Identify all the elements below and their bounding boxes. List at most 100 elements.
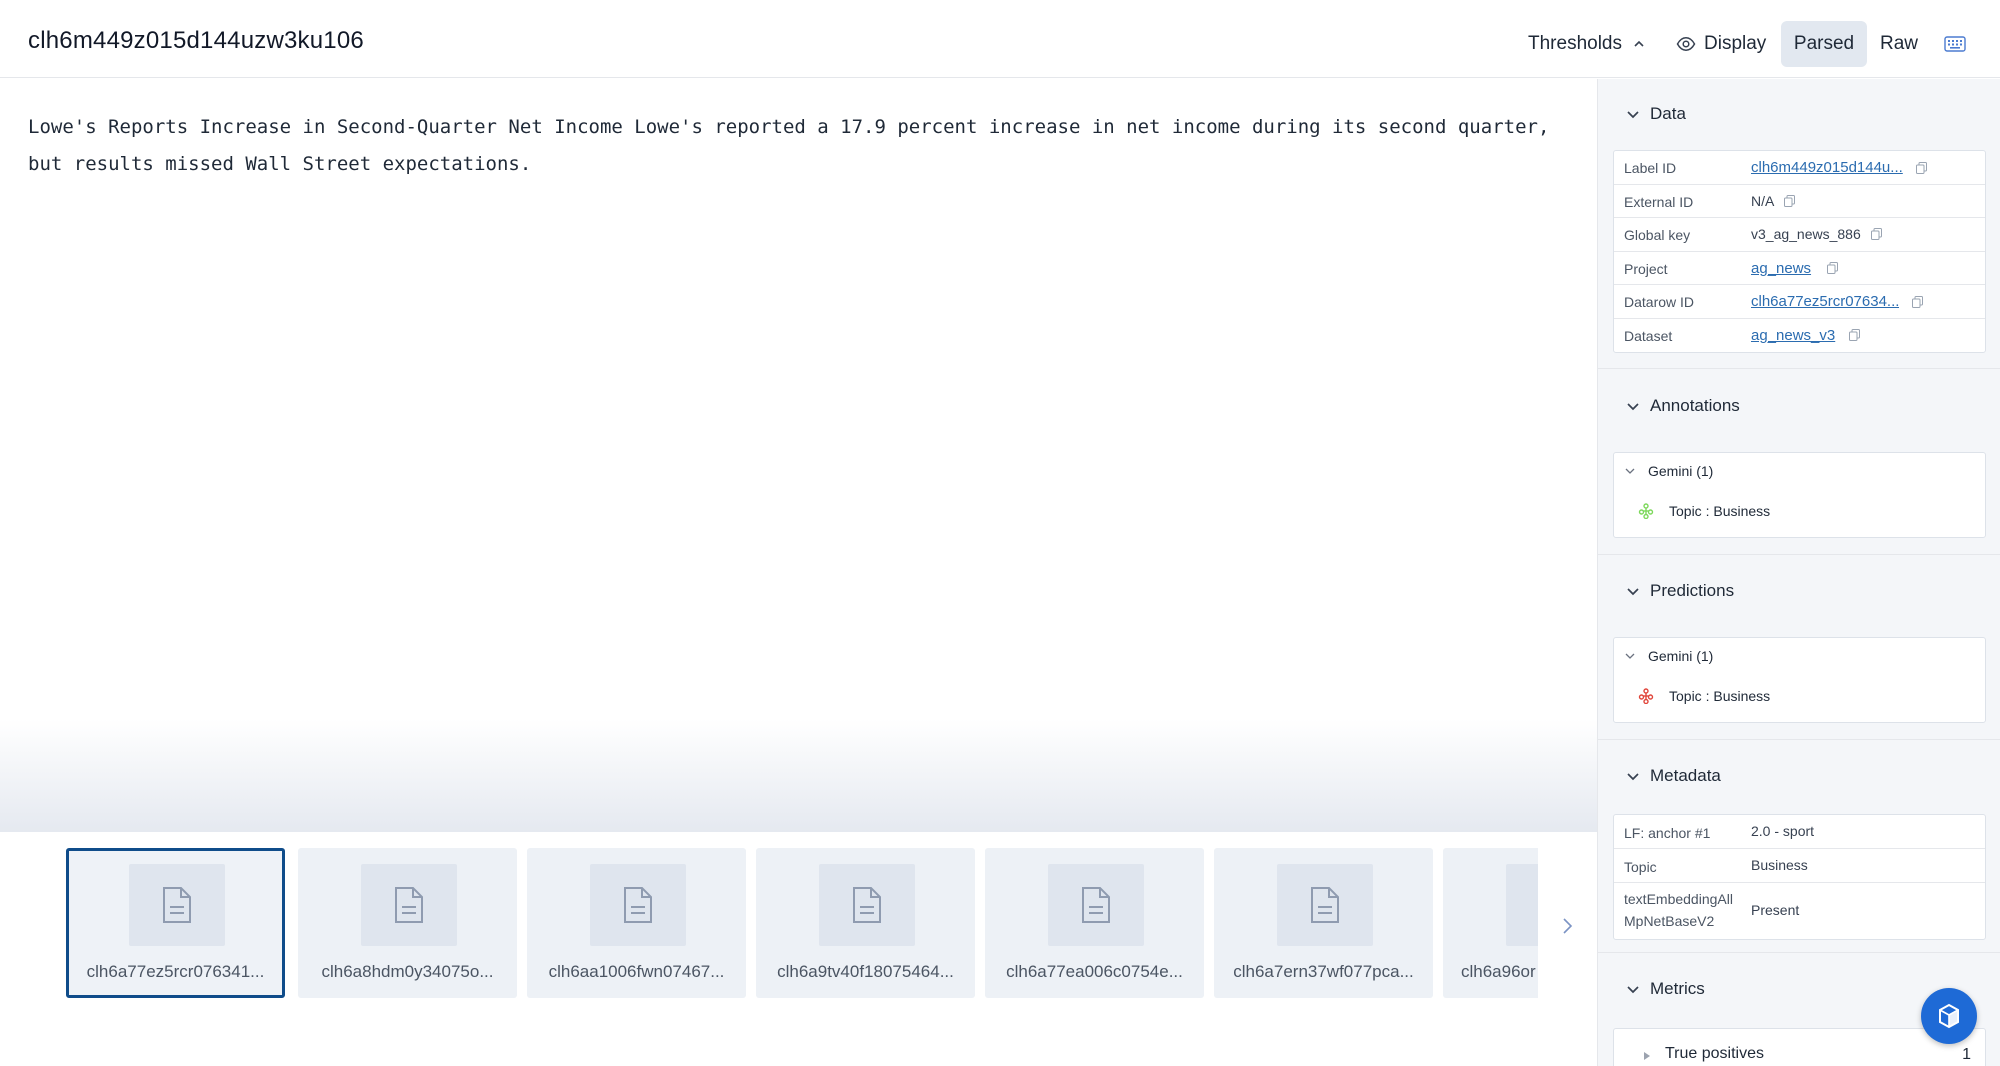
- metrics-section-title: Metrics: [1650, 979, 1705, 998]
- chevron-down-icon: [1627, 986, 1639, 994]
- annotation-item[interactable]: Topic : Business: [1638, 503, 1770, 519]
- metadata-card: LF: anchor #1 2.0 - sport Topic Business…: [1613, 814, 1986, 940]
- file-text-icon: [1082, 887, 1110, 923]
- chevron-right-icon[interactable]: [1557, 914, 1577, 938]
- copy-icon[interactable]: [1849, 329, 1861, 341]
- details-sidebar: Data Label ID clh6m449z015d144u... Exter…: [1597, 79, 2000, 1066]
- predictions-section-title: Predictions: [1650, 581, 1735, 600]
- annotation-group-label: Gemini (1): [1648, 463, 1714, 479]
- text-file-thumbnail: [590, 864, 686, 946]
- metadata-value: Business: [1751, 857, 1808, 873]
- text-file-thumbnail: [361, 864, 457, 946]
- data-key: Label ID: [1624, 160, 1677, 176]
- external-id-value: N/A: [1751, 192, 1775, 209]
- copy-icon[interactable]: [1912, 295, 1924, 308]
- label-id-link[interactable]: clh6m449z015d144u...: [1751, 159, 1903, 176]
- text-file-thumbnail: [129, 864, 225, 946]
- thresholds-label: Thresholds: [1528, 33, 1622, 54]
- thumbnail-item[interactable]: clh6a77ea006c0754e...: [985, 848, 1204, 998]
- data-value: clh6m449z015d144u...: [1751, 159, 1927, 176]
- thumbnail-item-selected[interactable]: clh6a77ez5rcr076341...: [66, 848, 285, 998]
- chevron-down-icon: [1627, 588, 1639, 596]
- thumbnail-item[interactable]: clh6a8hdm0y34075o...: [298, 848, 517, 998]
- data-key: Global key: [1624, 227, 1691, 243]
- data-row-dataset: Dataset ag_news_v3: [1614, 319, 1985, 353]
- annotations-card: Gemini (1) Topic : Business: [1613, 452, 1986, 538]
- copy-icon[interactable]: [1827, 262, 1839, 274]
- metadata-key: Topic: [1624, 859, 1657, 875]
- prediction-group-label: Gemini (1): [1648, 648, 1714, 664]
- section-divider: [1598, 739, 2000, 740]
- data-key: Project: [1624, 260, 1668, 277]
- chevron-up-icon: [1634, 40, 1644, 47]
- data-key: Datarow ID: [1624, 294, 1695, 310]
- section-divider: [1598, 368, 2000, 369]
- data-card: Label ID clh6m449z015d144u... External I…: [1613, 150, 1986, 353]
- project-link[interactable]: ag_news: [1751, 260, 1811, 277]
- data-section-toggle[interactable]: Data: [1598, 99, 2000, 129]
- thumbnail-item[interactable]: clh6a7ern37wf077pca...: [1214, 848, 1433, 998]
- data-value: clh6a77ez5rcr07634...: [1751, 293, 1924, 310]
- keyboard-shortcuts-button[interactable]: [1944, 21, 1966, 67]
- raw-label: Raw: [1880, 33, 1919, 54]
- data-value: ag_news_v3: [1751, 327, 1861, 344]
- thumbnail-item[interactable]: clh6a9tv40f18075464...: [756, 848, 975, 998]
- metadata-value: Present: [1751, 902, 1800, 918]
- section-divider: [1598, 554, 2000, 555]
- metadata-section-title: Metadata: [1650, 766, 1721, 785]
- data-key: External ID: [1624, 193, 1694, 210]
- chevron-down-icon: [1627, 111, 1639, 119]
- metadata-section-toggle[interactable]: Metadata: [1598, 761, 2000, 791]
- copy-icon[interactable]: [1784, 194, 1796, 207]
- document-viewer: Lowe's Reports Increase in Second-Quarte…: [0, 79, 1597, 832]
- classification-icon: [1638, 688, 1654, 704]
- data-value: N/A: [1751, 192, 1796, 209]
- prediction-group-toggle[interactable]: Gemini (1): [1624, 648, 1713, 664]
- page-title: clh6m449z015d144uzw3ku106: [28, 27, 364, 54]
- annotations-section-toggle[interactable]: Annotations: [1598, 391, 2000, 421]
- prediction-group: Gemini (1) Topic : Business: [1614, 638, 1985, 722]
- copy-icon[interactable]: [1915, 161, 1927, 174]
- help-fab-button[interactable]: [1921, 988, 1977, 1044]
- thumbnail-label: clh6a7ern37wf077pca...: [1233, 962, 1414, 981]
- prediction-item-label: Topic : Business: [1669, 688, 1771, 704]
- document-text: Lowe's Reports Increase in Second-Quarte…: [28, 116, 1550, 175]
- display-button[interactable]: Display: [1676, 21, 1766, 67]
- thumbnail-item[interactable]: clh6a96or: [1443, 848, 1538, 998]
- file-text-icon: [163, 887, 191, 923]
- data-value: v3_ag_news_886: [1751, 226, 1882, 242]
- metadata-value: 2.0 - sport: [1751, 823, 1815, 839]
- thumbnail-item[interactable]: clh6aa1006fwn07467...: [527, 848, 746, 998]
- raw-toggle[interactable]: Raw: [1880, 21, 1918, 67]
- data-row-external-id: External ID N/A: [1614, 185, 1985, 218]
- text-file-thumbnail: [819, 864, 915, 946]
- global-key-value: v3_ag_news_886: [1751, 226, 1861, 242]
- text-file-thumbnail: [1277, 864, 1373, 946]
- chevron-down-icon: [1627, 773, 1639, 781]
- file-text-icon: [624, 887, 652, 923]
- predictions-card: Gemini (1) Topic : Business: [1613, 637, 1986, 723]
- parsed-toggle[interactable]: Parsed: [1781, 21, 1867, 67]
- metadata-row: textEmbeddingAllMpNetBaseV2 Present: [1614, 883, 1985, 939]
- keyboard-icon: [1944, 36, 1966, 52]
- annotation-group-toggle[interactable]: Gemini (1): [1624, 463, 1713, 479]
- scroll-fade: [0, 719, 1597, 832]
- copy-icon[interactable]: [1870, 228, 1882, 240]
- thumbnail-label: clh6a96or: [1461, 962, 1536, 981]
- metadata-key: textEmbeddingAllMpNetBaseV2: [1624, 891, 1733, 929]
- metadata-row: Topic Business: [1614, 849, 1985, 883]
- thumbnail-label: clh6a9tv40f18075464...: [777, 962, 954, 981]
- prediction-item[interactable]: Topic : Business: [1638, 688, 1770, 704]
- dataset-link[interactable]: ag_news_v3: [1751, 327, 1835, 344]
- datarow-id-link[interactable]: clh6a77ez5rcr07634...: [1751, 293, 1899, 310]
- annotations-section-title: Annotations: [1650, 396, 1740, 415]
- text-file-thumbnail: [1506, 864, 1538, 946]
- data-row-project: Project ag_news: [1614, 252, 1985, 285]
- predictions-section-toggle[interactable]: Predictions: [1598, 576, 2000, 606]
- data-row-label-id: Label ID clh6m449z015d144u...: [1614, 151, 1985, 185]
- thumbnail-label: clh6aa1006fwn07467...: [548, 962, 725, 981]
- caret-right-icon: [1644, 1052, 1650, 1060]
- metric-label: True positives: [1665, 1045, 1764, 1062]
- data-section-title: Data: [1650, 104, 1686, 123]
- thresholds-button[interactable]: Thresholds: [1528, 21, 1646, 67]
